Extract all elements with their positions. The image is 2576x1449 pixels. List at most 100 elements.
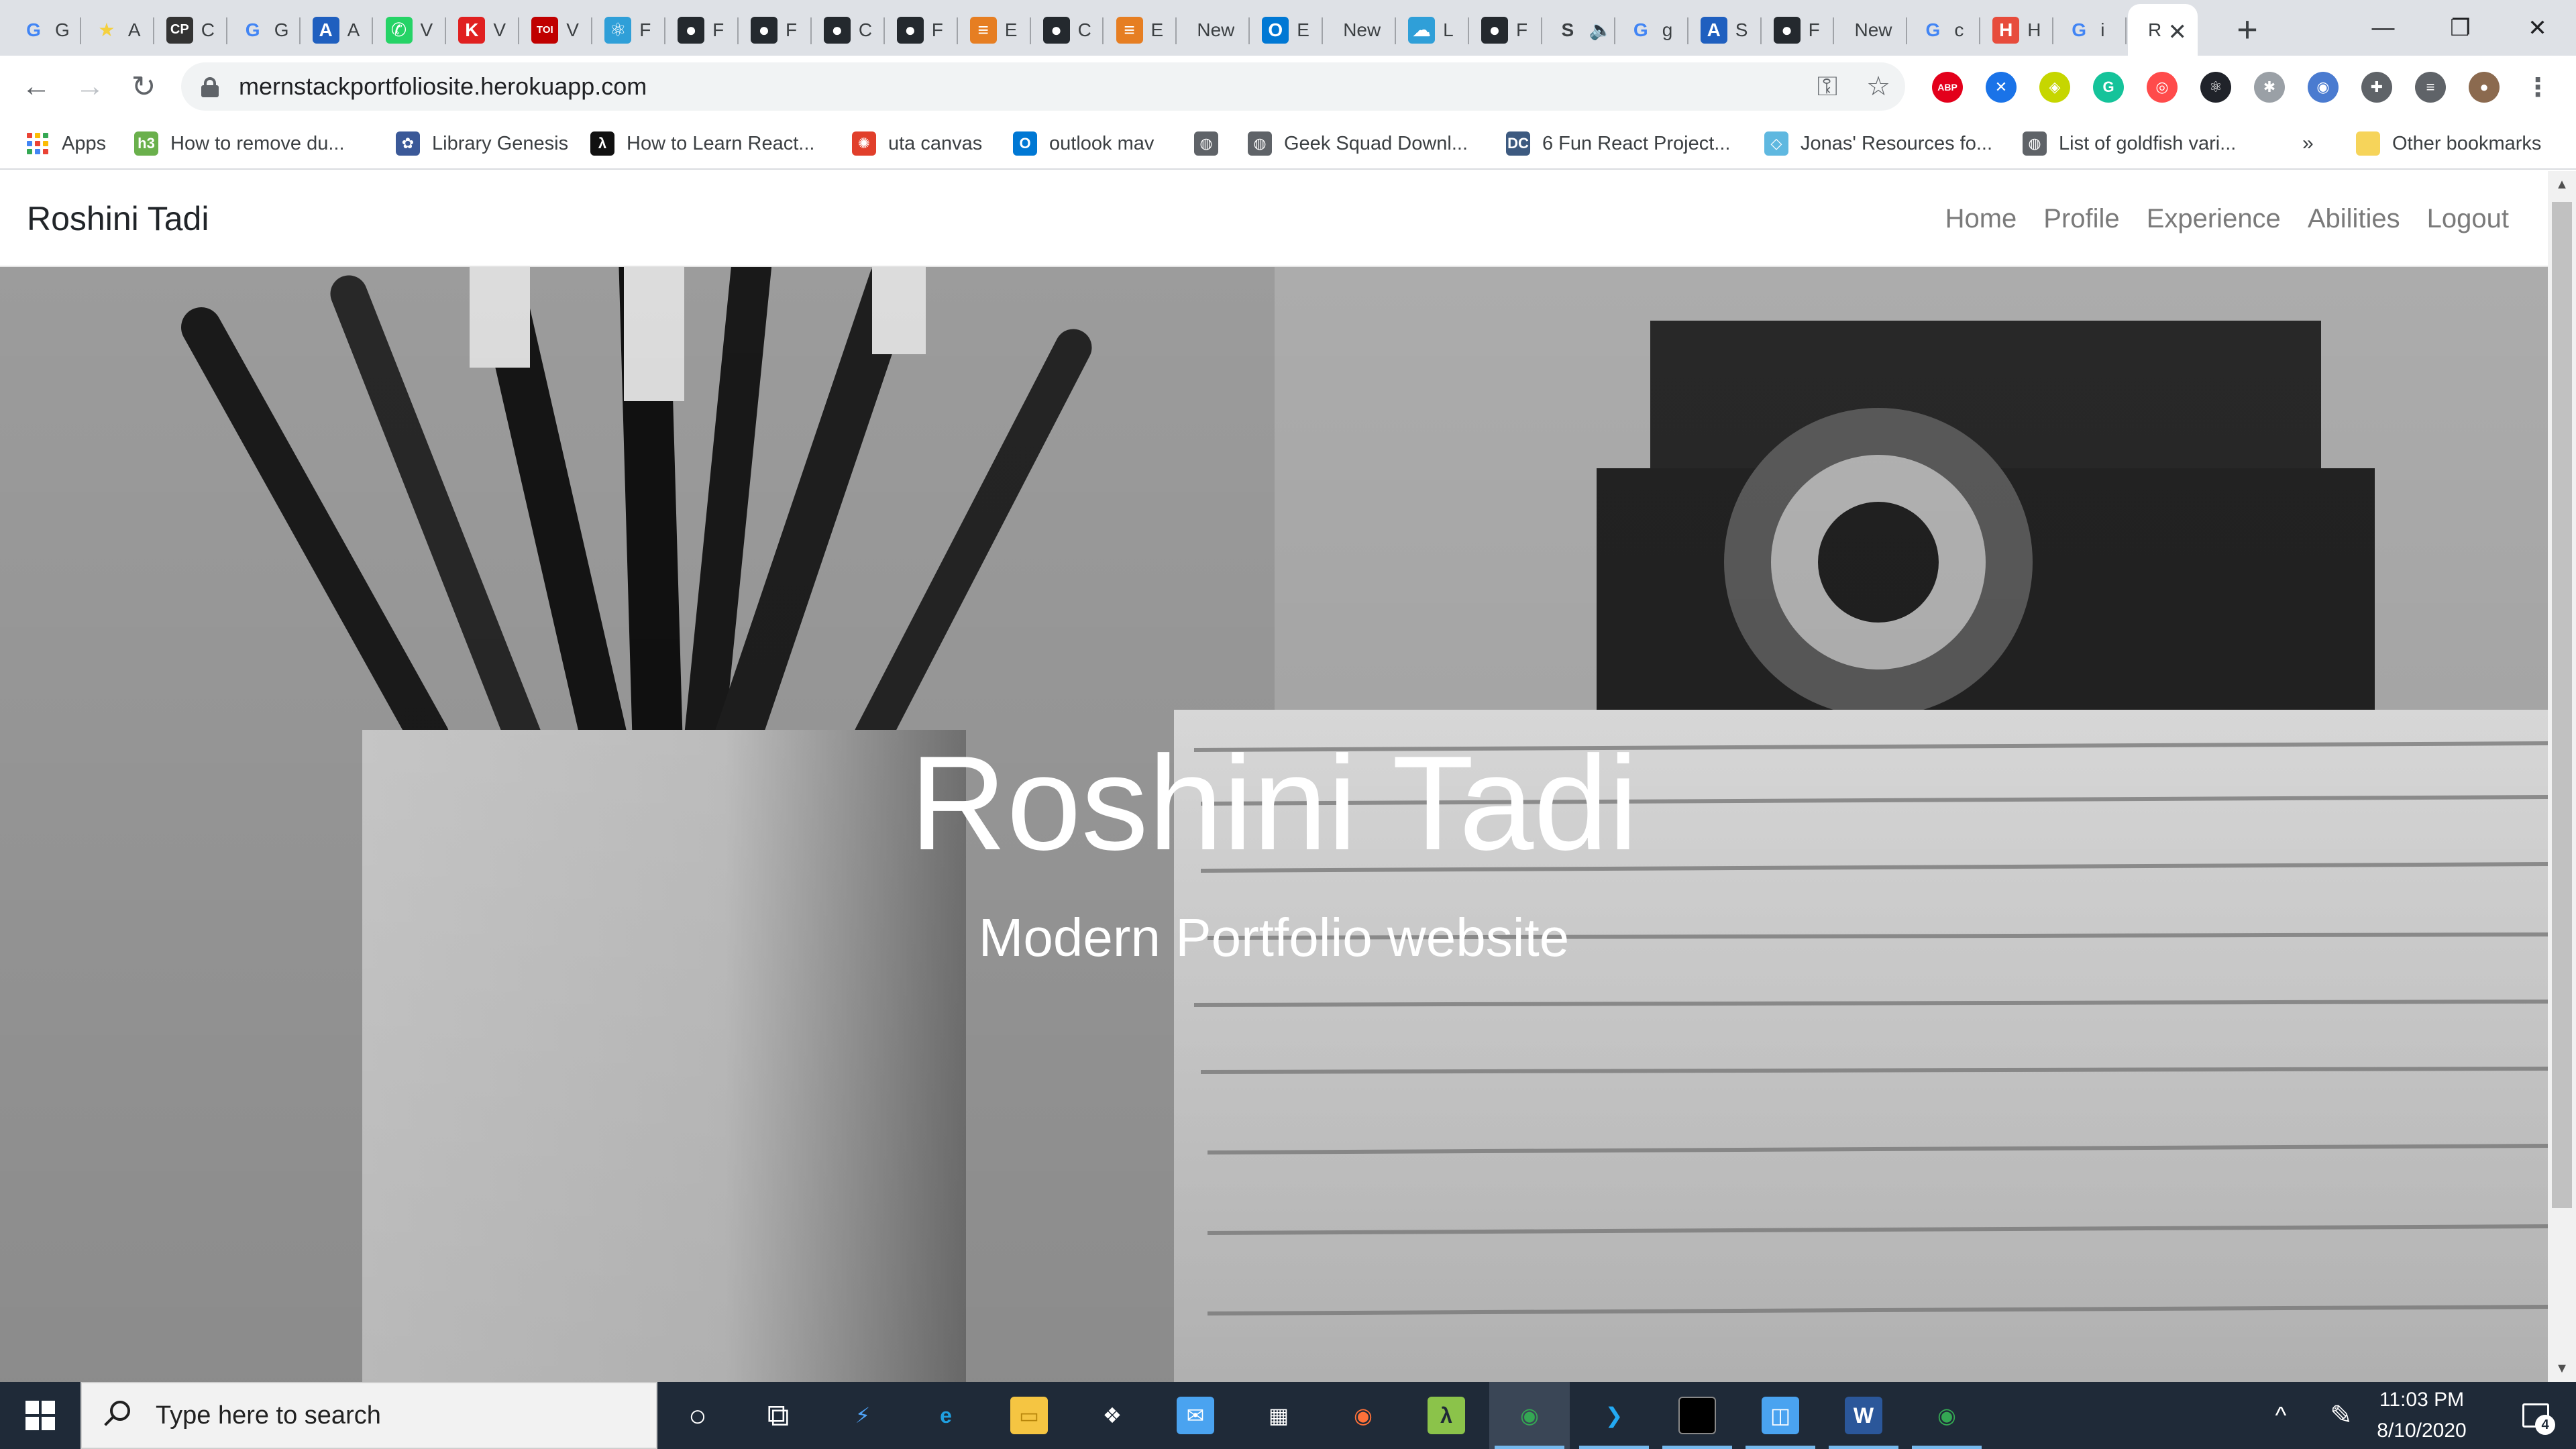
grammarly-icon[interactable]: G	[2093, 72, 2124, 103]
react-devtools-icon[interactable]: ⚛	[2200, 72, 2231, 103]
browser-tab[interactable]: New	[1835, 4, 1908, 56]
browser-tab[interactable]: HH	[1980, 4, 2054, 56]
adblock-plus-icon[interactable]: ABP	[1932, 72, 1963, 103]
camera-extension-icon[interactable]: ◉	[2308, 72, 2339, 103]
bookmark-geek-squad[interactable]: ◍ Geek Squad Downl...	[1248, 117, 1468, 170]
browser-tab[interactable]: Gg	[1615, 4, 1688, 56]
other-bookmarks[interactable]: Other bookmarks	[2356, 117, 2541, 170]
browser-tab[interactable]: AS	[1688, 4, 1762, 56]
bookmark-uta-canvas[interactable]: ✺ uta canvas	[852, 117, 982, 170]
profile-avatar[interactable]: ●	[2469, 72, 2500, 103]
visual-studio-icon[interactable]: ⚡	[822, 1382, 903, 1449]
key-icon[interactable]: ⚿	[1810, 69, 1845, 104]
browser-tab[interactable]: AA	[301, 4, 374, 56]
browser-tab[interactable]: New	[1323, 4, 1396, 56]
mail-icon[interactable]: ✉	[1155, 1382, 1236, 1449]
tag-extension-icon[interactable]: ◈	[2039, 72, 2070, 103]
address-bar[interactable]: mernstackportfoliosite.herokuapp.com ⚿ ☆	[181, 62, 1905, 111]
notification-center-button[interactable]: 4	[2496, 1382, 2576, 1449]
x-extension-icon[interactable]: ✕	[1986, 72, 2017, 103]
taskbar-clock[interactable]: 11:03 PM 8/10/2020	[2361, 1382, 2482, 1449]
maximize-button[interactable]: ❐	[2422, 0, 2499, 56]
url-text[interactable]: mernstackportfoliosite.herokuapp.com	[239, 62, 647, 111]
puzzle-icon[interactable]: ✚	[2361, 72, 2392, 103]
nav-home[interactable]: Home	[1945, 204, 2017, 234]
bookmark-jonas-resources[interactable]: ◇ Jonas' Resources fo...	[1764, 117, 1992, 170]
site-brand[interactable]: Roshini Tadi	[27, 171, 209, 267]
bookmark-star-icon[interactable]: ☆	[1861, 69, 1896, 104]
lens-extension-icon[interactable]: ◎	[2147, 72, 2178, 103]
browser-tab[interactable]: TOI V	[519, 4, 593, 56]
bookmark-remove-du[interactable]: h3 How to remove du...	[134, 117, 345, 170]
browser-tab[interactable]: ● F	[739, 4, 812, 56]
scroll-down-arrow[interactable]: ▼	[2548, 1355, 2576, 1382]
close-tab-icon[interactable]: ✕	[2168, 19, 2188, 46]
close-window-button[interactable]: ✕	[2499, 0, 2576, 56]
nav-abilities[interactable]: Abilities	[2308, 204, 2400, 234]
page-scrollbar[interactable]: ▲ ▼	[2548, 171, 2576, 1382]
browser-tab[interactable]: Gi	[2053, 4, 2127, 56]
terminal-icon[interactable]: ▬	[1657, 1382, 1737, 1449]
browser-tab[interactable]: ● C	[812, 4, 885, 56]
bookmark-react-projects[interactable]: DC 6 Fun React Project...	[1506, 117, 1730, 170]
bookmark-outlook-mav[interactable]: Ooutlook mav	[1013, 117, 1154, 170]
bug-extension-icon[interactable]: ✱	[2254, 72, 2285, 103]
browser-tab[interactable]: KV	[446, 4, 520, 56]
browser-tab[interactable]: CP C	[154, 4, 227, 56]
word-icon[interactable]: W	[1823, 1382, 1904, 1449]
active-tab[interactable]: R ✕	[2128, 4, 2198, 56]
task-view-icon[interactable]: ⧉	[738, 1382, 818, 1449]
browser-tab[interactable]: ☁ L	[1396, 4, 1469, 56]
browser-tab[interactable]: ● F	[665, 4, 739, 56]
browser-tab[interactable]: ★ A	[81, 4, 154, 56]
scroll-thumb[interactable]	[2552, 202, 2572, 1208]
start-button[interactable]	[0, 1382, 80, 1449]
browser-tab[interactable]: ≡ E	[1104, 4, 1177, 56]
browser-tab[interactable]: ✆ V	[374, 4, 447, 56]
nav-logout[interactable]: Logout	[2427, 204, 2509, 234]
browser-tab[interactable]: ● F	[1762, 4, 1835, 56]
file-explorer-icon[interactable]: ▭	[989, 1382, 1069, 1449]
scroll-up-arrow[interactable]: ▲	[2548, 171, 2576, 198]
nav-profile[interactable]: Profile	[2043, 204, 2119, 234]
bookmark-apps[interactable]: Apps	[25, 117, 106, 170]
bookmark-label: uta canvas	[888, 132, 983, 154]
browser-tab[interactable]: GG	[227, 4, 301, 56]
bookmark-globe[interactable]: ◍	[1194, 117, 1230, 170]
cortana-icon[interactable]: ○	[657, 1382, 738, 1449]
minimize-button[interactable]: —	[2345, 0, 2422, 56]
browser-tab[interactable]: Gc	[1907, 4, 1981, 56]
windows-app-icon[interactable]: ◫	[1740, 1382, 1821, 1449]
firefox-icon[interactable]: ◉	[1323, 1382, 1403, 1449]
browser-tab[interactable]: ⚛ F	[592, 4, 665, 56]
bookmark-learn-react[interactable]: λ How to Learn React...	[590, 117, 814, 170]
hero-section: Roshini Tadi Modern Portfolio website	[0, 267, 2548, 1382]
chrome-icon[interactable]: ◉	[1907, 1382, 1987, 1449]
new-tab-button[interactable]: +	[2226, 8, 2269, 51]
browser-tab[interactable]: OE	[1250, 4, 1324, 56]
forward-button[interactable]: →	[70, 66, 110, 107]
browser-tab[interactable]: GG	[8, 4, 81, 56]
media-control-icon[interactable]: ≡	[2415, 72, 2446, 103]
reload-button[interactable]: ↻	[123, 66, 164, 107]
browser-tab[interactable]: ● C	[1031, 4, 1104, 56]
browser-tab[interactable]: ≡ E	[958, 4, 1031, 56]
menu-icon[interactable]: ⋮	[2522, 72, 2553, 103]
chrome-icon[interactable]: ◉	[1489, 1382, 1570, 1449]
lambda-app-icon[interactable]: λ	[1406, 1382, 1487, 1449]
lock-icon[interactable]	[201, 77, 219, 97]
browser-tab[interactable]: New	[1177, 4, 1250, 56]
bookmark-goldfish[interactable]: ◍ List of goldfish vari...	[2023, 117, 2236, 170]
bookmarks-overflow-button[interactable]: »	[2302, 117, 2314, 170]
browser-tab[interactable]: ● F	[885, 4, 958, 56]
edge-icon[interactable]: e	[906, 1382, 986, 1449]
vscode-icon[interactable]: ❯	[1574, 1382, 1654, 1449]
browser-tab[interactable]: S 🔈	[1542, 4, 1615, 56]
taskbar-search-box[interactable]: Type here to search	[80, 1382, 657, 1449]
bookmark-library-genesis[interactable]: ✿ Library Genesis	[396, 117, 568, 170]
store-icon[interactable]: ▦	[1238, 1382, 1319, 1449]
back-button[interactable]: ←	[16, 66, 56, 107]
dropbox-icon[interactable]: ❖	[1072, 1382, 1152, 1449]
nav-experience[interactable]: Experience	[2147, 204, 2281, 234]
browser-tab[interactable]: ● F	[1469, 4, 1542, 56]
